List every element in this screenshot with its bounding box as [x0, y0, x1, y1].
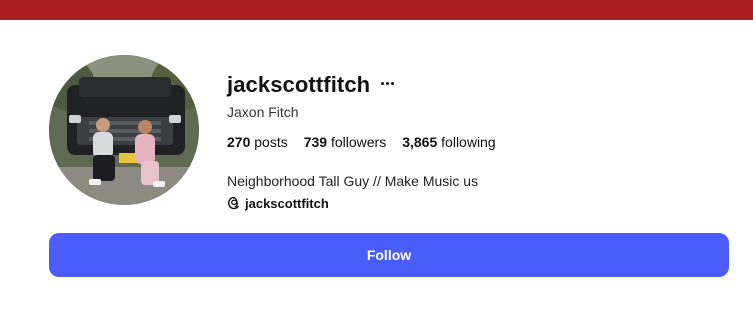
followers-stat[interactable]: 739 followers — [304, 134, 387, 150]
threads-icon — [228, 196, 239, 210]
display-name: Jaxon Fitch — [227, 104, 299, 120]
top-banner — [0, 0, 753, 20]
followers-count: 739 — [303, 134, 328, 150]
following-label: following — [441, 134, 496, 150]
username-row: jackscottfitch — [227, 70, 395, 100]
posts-count: 270 — [227, 134, 251, 150]
profile-stats: 270 posts 739 followers 3,865 following — [227, 134, 496, 150]
following-count: 3,865 — [402, 134, 438, 150]
following-stat[interactable]: 3,865 following — [402, 134, 495, 150]
posts-label: posts — [254, 134, 288, 150]
avatar-photo — [49, 55, 199, 205]
profile-avatar[interactable] — [49, 55, 199, 205]
followers-label: followers — [330, 134, 387, 150]
more-options-icon[interactable] — [381, 81, 395, 85]
threads-link[interactable]: jackscottfitch — [227, 194, 329, 212]
threads-handle: jackscottfitch — [245, 195, 329, 211]
posts-stat: 270 posts — [227, 134, 288, 150]
username: jackscottfitch — [227, 72, 371, 97]
bio-text: Neighborhood Tall Guy // Make Music us — [227, 173, 479, 189]
follow-button[interactable]: Follow — [49, 233, 729, 277]
